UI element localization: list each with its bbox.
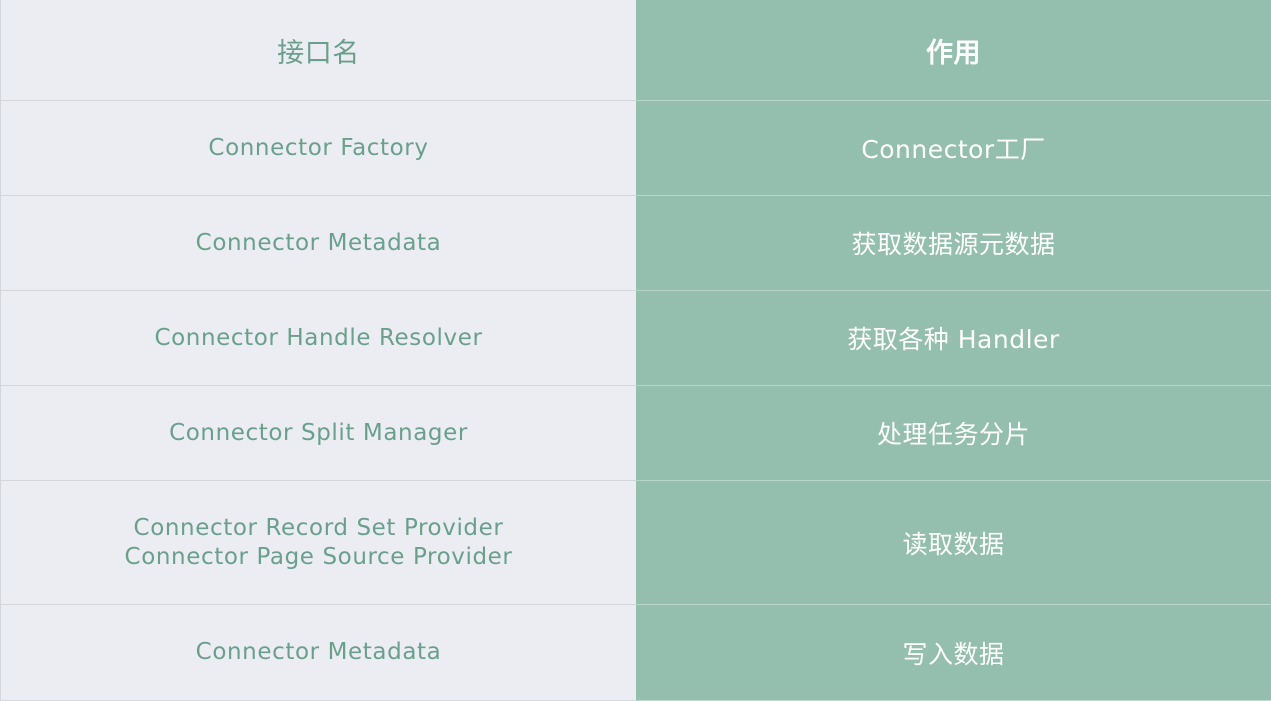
row-6-purpose-text: 写入数据 (902, 639, 1005, 669)
row-5-purpose: 读取数据 (636, 481, 1271, 605)
row-1-purpose-text: Connector工厂 (861, 135, 1046, 164)
header-purpose: 作用 (636, 0, 1271, 101)
row-5-interface-line-1: Connector Record Set Provider (133, 514, 504, 541)
row-2-interface-line-1: Connector Metadata (195, 229, 442, 256)
row-5-purpose-text: 读取数据 (902, 529, 1005, 559)
row-4-purpose-text: 处理任务分片 (876, 420, 1030, 449)
row-6-interface-line-1: Connector Metadata (195, 639, 442, 665)
row-6-purpose: 写入数据 (636, 605, 1271, 701)
row-5-interface: Connector Record Set Provider Connector … (0, 481, 636, 605)
row-6-interface: Connector Metadata (0, 605, 636, 701)
row-2-purpose: 获取数据源元数据 (636, 196, 1271, 291)
row-3-interface-line-1: Connector Handle Resolver (154, 324, 483, 351)
row-4-purpose: 处理任务分片 (636, 386, 1271, 481)
row-1-interface-line-1: Connector Factory (208, 134, 429, 161)
row-1-interface: Connector Factory (0, 101, 636, 196)
row-3-purpose: 获取各种 Handler (636, 291, 1271, 386)
row-2-interface: Connector Metadata (0, 196, 636, 291)
connector-interface-table: 接口名 作用 Connector Factory Connector工厂 Con… (0, 0, 1271, 701)
row-3-interface: Connector Handle Resolver (0, 291, 636, 386)
row-4-interface: Connector Split Manager (0, 386, 636, 481)
row-5-interface-line-2: Connector Page Source Provider (124, 543, 513, 570)
row-4-interface-line-1: Connector Split Manager (169, 419, 468, 446)
header-interface-name: 接口名 (0, 0, 636, 101)
header-interface-name-label: 接口名 (277, 37, 360, 69)
row-2-purpose-text: 获取数据源元数据 (851, 230, 1056, 259)
header-purpose-label: 作用 (926, 37, 981, 69)
row-1-purpose: Connector工厂 (636, 101, 1271, 196)
row-3-purpose-text: 获取各种 Handler (847, 325, 1060, 354)
